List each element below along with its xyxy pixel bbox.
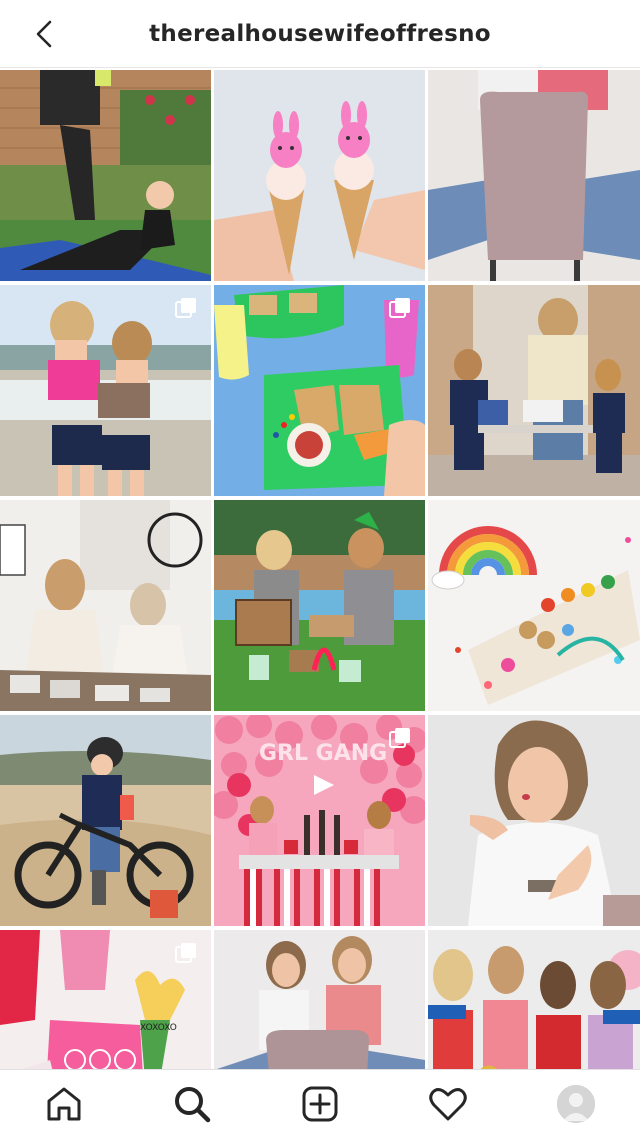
multiple-photos-icon [389, 728, 410, 748]
multiple-photos-icon [175, 943, 196, 963]
post-tile-5[interactable] [214, 285, 425, 496]
svg-text:GRL GANG: GRL GANG [259, 741, 387, 766]
post-image [428, 715, 640, 926]
activity-heart-icon [429, 1088, 467, 1121]
new-post-icon [302, 1086, 338, 1122]
back-button[interactable] [24, 14, 64, 54]
post-image [0, 500, 211, 711]
profile-button[interactable] [544, 1072, 608, 1136]
chevron-left-icon [36, 20, 52, 48]
posts-grid: GRL GANG XOXOXO [0, 70, 640, 1138]
post-tile-1[interactable] [0, 70, 211, 281]
search-button[interactable] [160, 1072, 224, 1136]
post-tile-2[interactable] [214, 70, 425, 281]
post-image [428, 500, 640, 711]
home-icon [47, 1087, 81, 1121]
post-tile-10[interactable] [0, 715, 211, 926]
post-image [428, 285, 640, 496]
post-tile-12[interactable] [428, 715, 640, 926]
post-tile-7[interactable] [0, 500, 211, 711]
svg-text:XOXOXO: XOXOXO [140, 1023, 177, 1033]
top-bar: therealhousewifeoffresno [0, 0, 640, 68]
profile-avatar [557, 1085, 595, 1123]
post-tile-11[interactable]: GRL GANG [214, 715, 425, 926]
post-image [0, 70, 211, 281]
post-tile-9[interactable] [428, 500, 640, 711]
multiple-photos-icon [389, 298, 410, 318]
post-image [214, 70, 425, 281]
bottom-navigation-bar [0, 1069, 640, 1138]
post-image [0, 715, 211, 926]
post-tile-3[interactable] [428, 70, 640, 281]
activity-button[interactable] [416, 1072, 480, 1136]
post-image [428, 70, 640, 281]
search-icon [175, 1087, 211, 1123]
post-tile-6[interactable] [428, 285, 640, 496]
profile-username-title: therealhousewifeoffresno [149, 20, 491, 47]
new-post-button[interactable] [288, 1072, 352, 1136]
multiple-photos-icon [175, 298, 196, 318]
default-avatar-icon [557, 1085, 595, 1123]
post-image [214, 500, 425, 711]
home-button[interactable] [32, 1072, 96, 1136]
post-tile-4[interactable] [0, 285, 211, 496]
post-tile-8[interactable] [214, 500, 425, 711]
